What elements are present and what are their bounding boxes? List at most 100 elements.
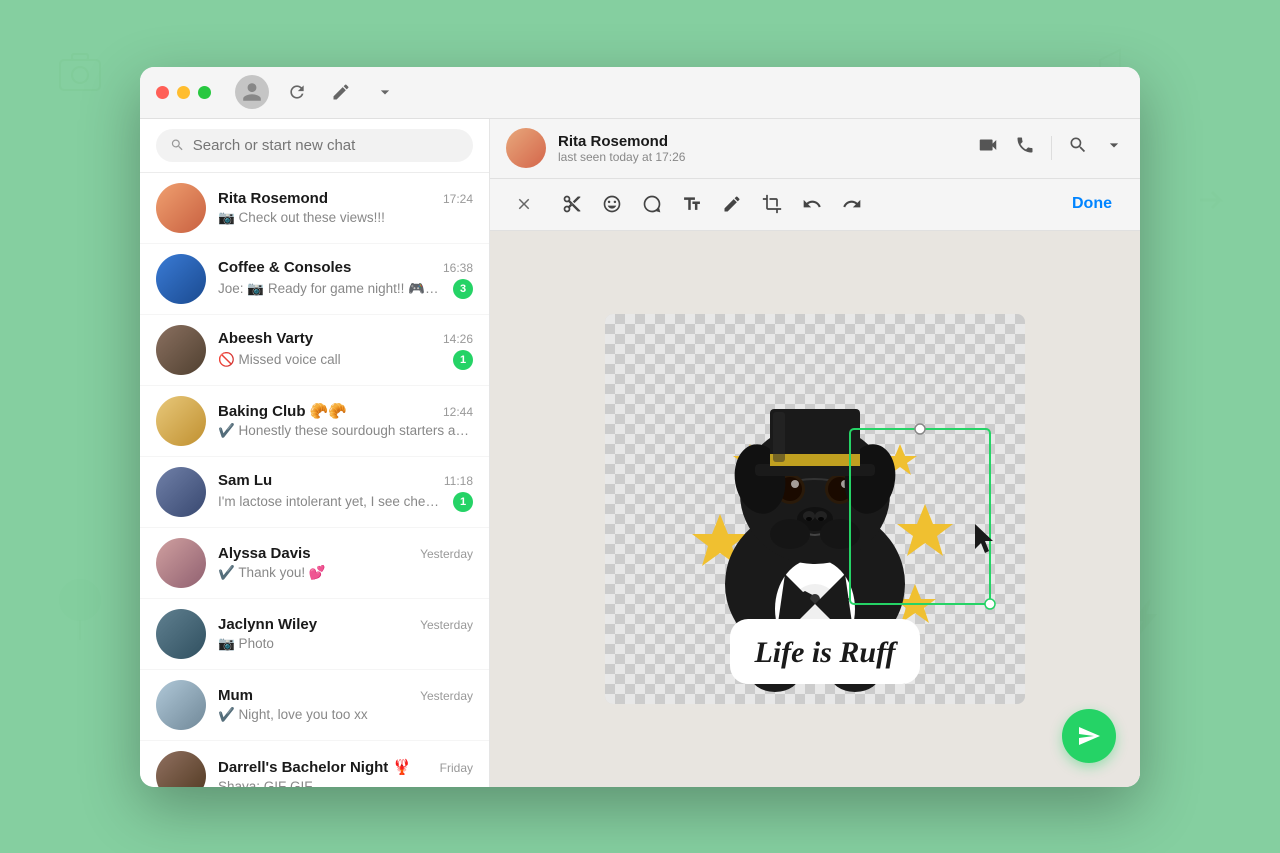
emoji-tool[interactable] [594, 186, 630, 222]
chat-avatar-abeesh [156, 325, 206, 375]
chat-list: Rita Rosemond 17:24 📷 Check out these view… [140, 173, 489, 787]
canvas-container: Life is Ruff [605, 314, 1025, 704]
chat-badge-sam: 1 [453, 492, 473, 512]
maximize-window-button[interactable] [198, 86, 211, 99]
editor-toolbar: Done [490, 179, 1140, 231]
scissors-tool[interactable] [554, 186, 590, 222]
chat-info-abeesh: Abeesh Varty14:26🚫 Missed voice call1 [218, 330, 473, 370]
editor-canvas-area: Life is Ruff [490, 231, 1140, 787]
chat-preview-alyssa: ✔️ Thank you! 💕 [218, 565, 473, 581]
chat-name-alyssa: Alyssa Davis [218, 545, 311, 562]
chat-name-abeesh: Abeesh Varty [218, 330, 313, 347]
chat-name-mum: Mum [218, 687, 253, 704]
chat-name-sam: Sam Lu [218, 472, 272, 489]
chat-header-bar: Rita Rosemond last seen today at 17:26 [490, 119, 1140, 179]
profile-avatar[interactable] [235, 75, 269, 109]
sticker-tool[interactable] [634, 186, 670, 222]
text-tool[interactable] [674, 186, 710, 222]
done-button[interactable]: Done [1060, 189, 1124, 219]
chat-avatar-baking [156, 396, 206, 446]
chat-avatar-alyssa [156, 538, 206, 588]
chat-name-darrell: Darrell's Bachelor Night 🦞 [218, 758, 411, 776]
chat-name-baking: Baking Club 🥐🥐 [218, 402, 347, 420]
chat-time-coffee: 16:38 [443, 261, 473, 275]
chat-name-jaclynn: Jaclynn Wiley [218, 616, 317, 633]
chat-avatar-mum [156, 680, 206, 730]
chat-time-sam: 11:18 [444, 474, 473, 488]
chat-avatar-sam [156, 467, 206, 517]
chat-preview-mum: ✔️ Night, love you too xx [218, 707, 473, 723]
send-button[interactable] [1062, 709, 1116, 763]
chat-preview-jaclynn: 📷 Photo [218, 636, 473, 652]
search-bar [140, 119, 489, 173]
chat-info-darrell: Darrell's Bachelor Night 🦞FridayShaya: G… [218, 758, 473, 787]
chat-item-jaclynn[interactable]: Jaclynn WileyYesterday📷 Photo [140, 599, 489, 670]
more-options-icon[interactable] [1104, 135, 1124, 161]
chat-avatar-rita [156, 183, 206, 233]
chat-item-coffee[interactable]: Coffee & Consoles 16:38 Joe: 📷 Ready for g… [140, 244, 489, 315]
chat-avatar-jaclynn [156, 609, 206, 659]
chat-preview-baking: ✔️ Honestly these sourdough starters are… [218, 423, 473, 439]
chat-preview-coffee: Joe: 📷 Ready for game night!! 🎮🍕🎮 [218, 281, 445, 297]
crop-tool[interactable] [754, 186, 790, 222]
chat-time-mum: Yesterday [420, 689, 473, 703]
image-editor: Done [490, 179, 1140, 787]
title-bar-icons [285, 80, 397, 104]
chat-header-info: Rita Rosemond last seen today at 17:26 [558, 133, 965, 164]
chat-preview-darrell: Shaya: GIF GIF [218, 779, 473, 787]
sidebar: Rita Rosemond 17:24 📷 Check out these view… [140, 119, 490, 787]
chat-item-baking[interactable]: Baking Club 🥐🥐 12:44 ✔️ Honestly these sou… [140, 386, 489, 457]
chat-avatar-darrell [156, 751, 206, 787]
refresh-icon[interactable] [285, 80, 309, 104]
chat-info-sam: Sam Lu 11:18 I'm lactose intolerant yet, I… [218, 472, 473, 512]
chat-preview-rita: 📷 Check out these views!!! [218, 210, 473, 226]
chat-item-darrell[interactable]: Darrell's Bachelor Night 🦞FridayShaya: G… [140, 741, 489, 787]
redo-tool[interactable] [834, 186, 870, 222]
phone-call-icon[interactable] [1015, 135, 1035, 161]
chat-preview-sam: I'm lactose intolerant yet, I see cheese… [218, 494, 445, 509]
chat-badge-coffee: 3 [453, 279, 473, 299]
chat-name-rita: Rita Rosemond [218, 190, 328, 207]
undo-tool[interactable] [794, 186, 830, 222]
chat-header-actions [977, 134, 1124, 162]
search-input[interactable] [193, 137, 459, 154]
chat-info-alyssa: Alyssa Davis Yesterday ✔️ Thank you! 💕 [218, 545, 473, 581]
app-window: Rita Rosemond 17:24 📷 Check out these view… [140, 67, 1140, 787]
close-window-button[interactable] [156, 86, 169, 99]
chat-contact-avatar [506, 128, 546, 168]
chat-info-rita: Rita Rosemond 17:24 📷 Check out these view… [218, 190, 473, 226]
search-icon [170, 137, 185, 153]
chat-panel: Rita Rosemond last seen today at 17:26 [490, 119, 1140, 787]
chat-info-baking: Baking Club 🥐🥐 12:44 ✔️ Honestly these sou… [218, 402, 473, 439]
chat-info-jaclynn: Jaclynn WileyYesterday📷 Photo [218, 616, 473, 652]
chat-contact-name: Rita Rosemond [558, 133, 965, 150]
header-divider [1051, 136, 1052, 160]
search-wrapper[interactable] [156, 129, 473, 162]
video-call-icon[interactable] [977, 134, 999, 162]
pen-tool[interactable] [714, 186, 750, 222]
chat-time-baking: 12:44 [443, 405, 473, 419]
traffic-lights [156, 86, 211, 99]
main-content: Rita Rosemond 17:24 📷 Check out these view… [140, 119, 1140, 787]
compose-icon[interactable] [329, 80, 353, 104]
chat-item-mum[interactable]: Mum Yesterday ✔️ Night, love you too xx [140, 670, 489, 741]
chat-name-coffee: Coffee & Consoles [218, 259, 351, 276]
chat-item-sam[interactable]: Sam Lu 11:18 I'm lactose intolerant yet, I… [140, 457, 489, 528]
svg-text:Life is Ruff: Life is Ruff [753, 636, 898, 669]
chat-time-alyssa: Yesterday [420, 547, 473, 561]
minimize-window-button[interactable] [177, 86, 190, 99]
dog-sticker-image: Life is Ruff [605, 314, 1025, 704]
search-chat-icon[interactable] [1068, 135, 1088, 161]
chat-time-rita: 17:24 [443, 192, 473, 206]
chat-item-alyssa[interactable]: Alyssa Davis Yesterday ✔️ Thank you! 💕 [140, 528, 489, 599]
chat-avatar-coffee [156, 254, 206, 304]
chat-time-abeesh: 14:26 [443, 332, 473, 346]
chat-item-rita[interactable]: Rita Rosemond 17:24 📷 Check out these view… [140, 173, 489, 244]
chat-contact-status: last seen today at 17:26 [558, 150, 965, 164]
title-bar [140, 67, 1140, 119]
chevron-down-icon[interactable] [373, 80, 397, 104]
chat-item-abeesh[interactable]: Abeesh Varty14:26🚫 Missed voice call1 [140, 315, 489, 386]
editor-close-button[interactable] [506, 186, 542, 222]
chat-info-coffee: Coffee & Consoles 16:38 Joe: 📷 Ready for g… [218, 259, 473, 299]
chat-badge-abeesh: 1 [453, 350, 473, 370]
